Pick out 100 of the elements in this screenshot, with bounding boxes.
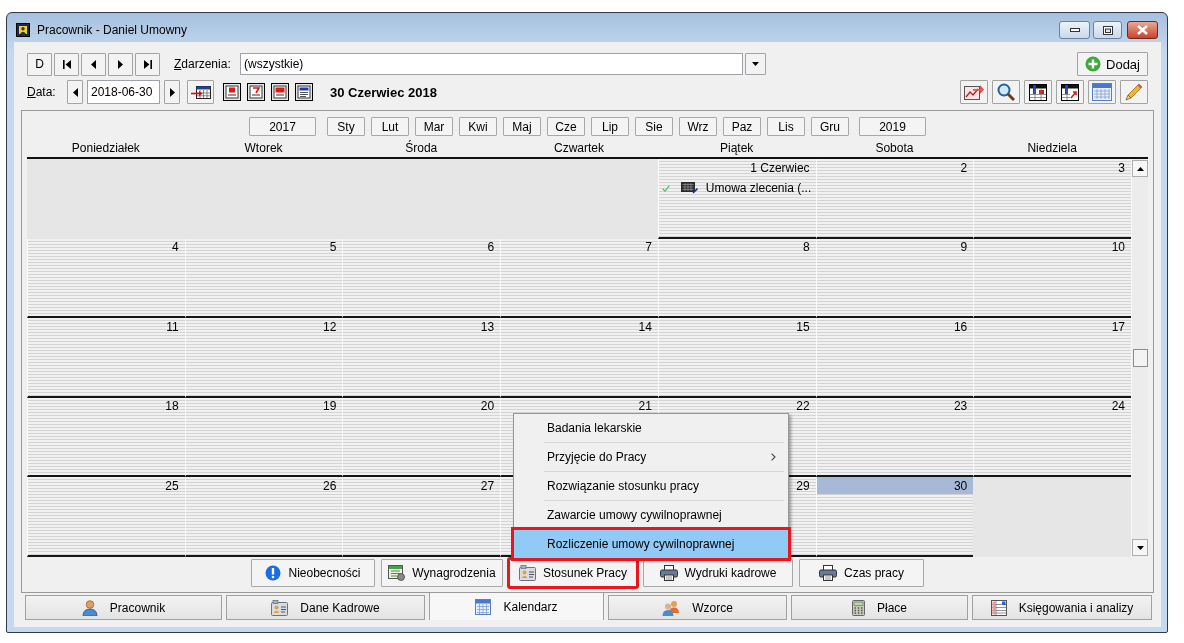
day-number: 18	[165, 399, 179, 414]
action-button[interactable]: Wydruki kadrowe	[643, 559, 793, 587]
arrow-down-icon	[1136, 545, 1144, 550]
menu-item[interactable]: Zawarcie umowy cywilnoprawnej	[514, 501, 788, 529]
action-button[interactable]: Wynagrodzenia	[381, 559, 503, 587]
day-cell[interactable]: 25	[27, 477, 185, 557]
week-view-icon[interactable]	[247, 83, 265, 101]
day-cell[interactable]: 4	[27, 238, 185, 319]
nav-button[interactable]	[81, 52, 106, 76]
action-button[interactable]: Stosunek Pracy	[509, 559, 637, 587]
month-button[interactable]: Sie	[635, 117, 673, 136]
scrollbar[interactable]	[1131, 159, 1148, 557]
menu-item[interactable]: Przyjęcie do Pracy	[514, 443, 788, 471]
month-view-icon[interactable]	[271, 83, 289, 101]
day-cell[interactable]: 16	[815, 318, 974, 398]
day-cell[interactable]: 3	[973, 159, 1131, 239]
date-field[interactable]: 2018-06-30	[87, 80, 160, 104]
spreadsheet-icon	[388, 565, 406, 581]
events-filter-field[interactable]: (wszystkie)	[240, 53, 743, 75]
dropdown-button[interactable]	[745, 53, 766, 75]
day-cell[interactable]: 6	[342, 238, 501, 319]
nav-button[interactable]	[135, 52, 160, 76]
day-cell[interactable]: 17	[973, 318, 1131, 398]
id-card-icon	[518, 565, 536, 581]
calendar-grid-icon	[1061, 83, 1079, 101]
month-button[interactable]: Gru	[811, 117, 849, 136]
action-button[interactable]: Czas pracy	[799, 559, 924, 587]
nav-button[interactable]: D	[27, 52, 52, 76]
day-cell[interactable]: 2	[815, 159, 974, 239]
day-number: 30	[953, 478, 968, 493]
day-number: 10	[1111, 240, 1125, 255]
scroll-down-button[interactable]	[1132, 539, 1148, 556]
month-button[interactable]: Lip	[591, 117, 629, 136]
day-cell[interactable]: 8	[657, 238, 816, 319]
list-view-icon[interactable]	[295, 83, 313, 101]
minimize-button[interactable]	[1059, 21, 1090, 39]
date-label: Data:	[27, 85, 57, 99]
day-cell[interactable]: 27	[342, 477, 501, 557]
day-number: 22	[796, 399, 810, 414]
weekday-label: Środa	[404, 141, 439, 157]
month-button[interactable]: Maj	[503, 117, 541, 136]
day-cell[interactable]: 14	[500, 318, 658, 398]
month-button[interactable]: Paz	[723, 117, 761, 136]
tab[interactable]: Kalendarz	[429, 593, 604, 620]
tab[interactable]: Dane Kadrowe	[226, 595, 425, 620]
toolbar-button[interactable]	[1056, 80, 1084, 104]
calendar-button[interactable]	[187, 80, 214, 104]
toolbar-button[interactable]	[960, 80, 988, 104]
weekday-label: Wtorek	[243, 141, 284, 157]
menu-item[interactable]: Rozwiązanie stosunku pracy	[514, 472, 788, 500]
month-button[interactable]: Wrz	[679, 117, 717, 136]
day-cell[interactable]: 5	[184, 238, 343, 319]
year-button[interactable]: 2017	[249, 117, 316, 136]
previous-icon	[91, 59, 96, 69]
menu-item[interactable]: Badania lekarskie	[514, 414, 788, 442]
day-cell[interactable]: 11	[27, 318, 185, 398]
day-number: 1 Czerwiec	[750, 160, 810, 175]
maximize-button[interactable]	[1093, 21, 1122, 39]
month-button[interactable]: Sty	[327, 117, 365, 136]
day-cell[interactable]: 1 Czerwiec Umowa zlecenia (...	[657, 159, 816, 239]
scrollbar-thumb[interactable]	[1132, 349, 1148, 367]
nav-button[interactable]	[54, 52, 79, 76]
day-number: 29	[796, 478, 810, 493]
event-label[interactable]: Umowa zlecenia (...	[705, 181, 812, 195]
day-cell[interactable]: 15	[657, 318, 816, 398]
month-button[interactable]: Lis	[767, 117, 805, 136]
day-cell[interactable]: 19	[184, 397, 343, 478]
close-button[interactable]	[1127, 21, 1158, 39]
day-cell[interactable]: 10	[973, 238, 1131, 319]
add-button[interactable]: Dodaj	[1077, 52, 1148, 76]
toolbar-button[interactable]	[992, 80, 1020, 104]
day-cell[interactable]: 12	[184, 318, 343, 398]
month-button[interactable]: Kwi	[459, 117, 497, 136]
day-cell[interactable]: 20	[342, 397, 501, 478]
maximize-icon	[1102, 25, 1113, 35]
day-cell[interactable]: 13	[342, 318, 501, 398]
menu-item[interactable]: Rozliczenie umowy cywilnoprawnej	[514, 530, 788, 558]
year-button[interactable]: 2019	[859, 117, 926, 136]
tab[interactable]: Wzorce	[608, 595, 787, 620]
scroll-up-button[interactable]	[1132, 160, 1148, 177]
day-cell[interactable]: 9	[815, 238, 974, 319]
previous-day-button[interactable]	[67, 80, 83, 104]
day-cell[interactable]: 26	[184, 477, 343, 557]
next-day-button[interactable]	[164, 80, 180, 104]
nav-button[interactable]	[108, 52, 133, 76]
day-view-icon[interactable]	[223, 83, 241, 101]
day-cell[interactable]: 23	[815, 397, 974, 478]
day-cell[interactable]: 18	[27, 397, 185, 478]
day-cell[interactable]: 7	[500, 238, 658, 319]
day-cell[interactable]: 30	[815, 477, 974, 557]
day-cell[interactable]: 24	[973, 397, 1131, 478]
action-button[interactable]: Nieobecności	[251, 559, 375, 587]
tab[interactable]: Pracownik	[25, 595, 222, 620]
tab[interactable]: Księgowania i analizy	[972, 595, 1152, 620]
month-button[interactable]: Lut	[371, 117, 409, 136]
month-button[interactable]: Cze	[547, 117, 585, 136]
tab[interactable]: Płace	[791, 595, 968, 620]
day-number: 14	[638, 319, 652, 334]
month-button[interactable]: Mar	[415, 117, 453, 136]
toolbar-button[interactable]	[1024, 80, 1052, 104]
